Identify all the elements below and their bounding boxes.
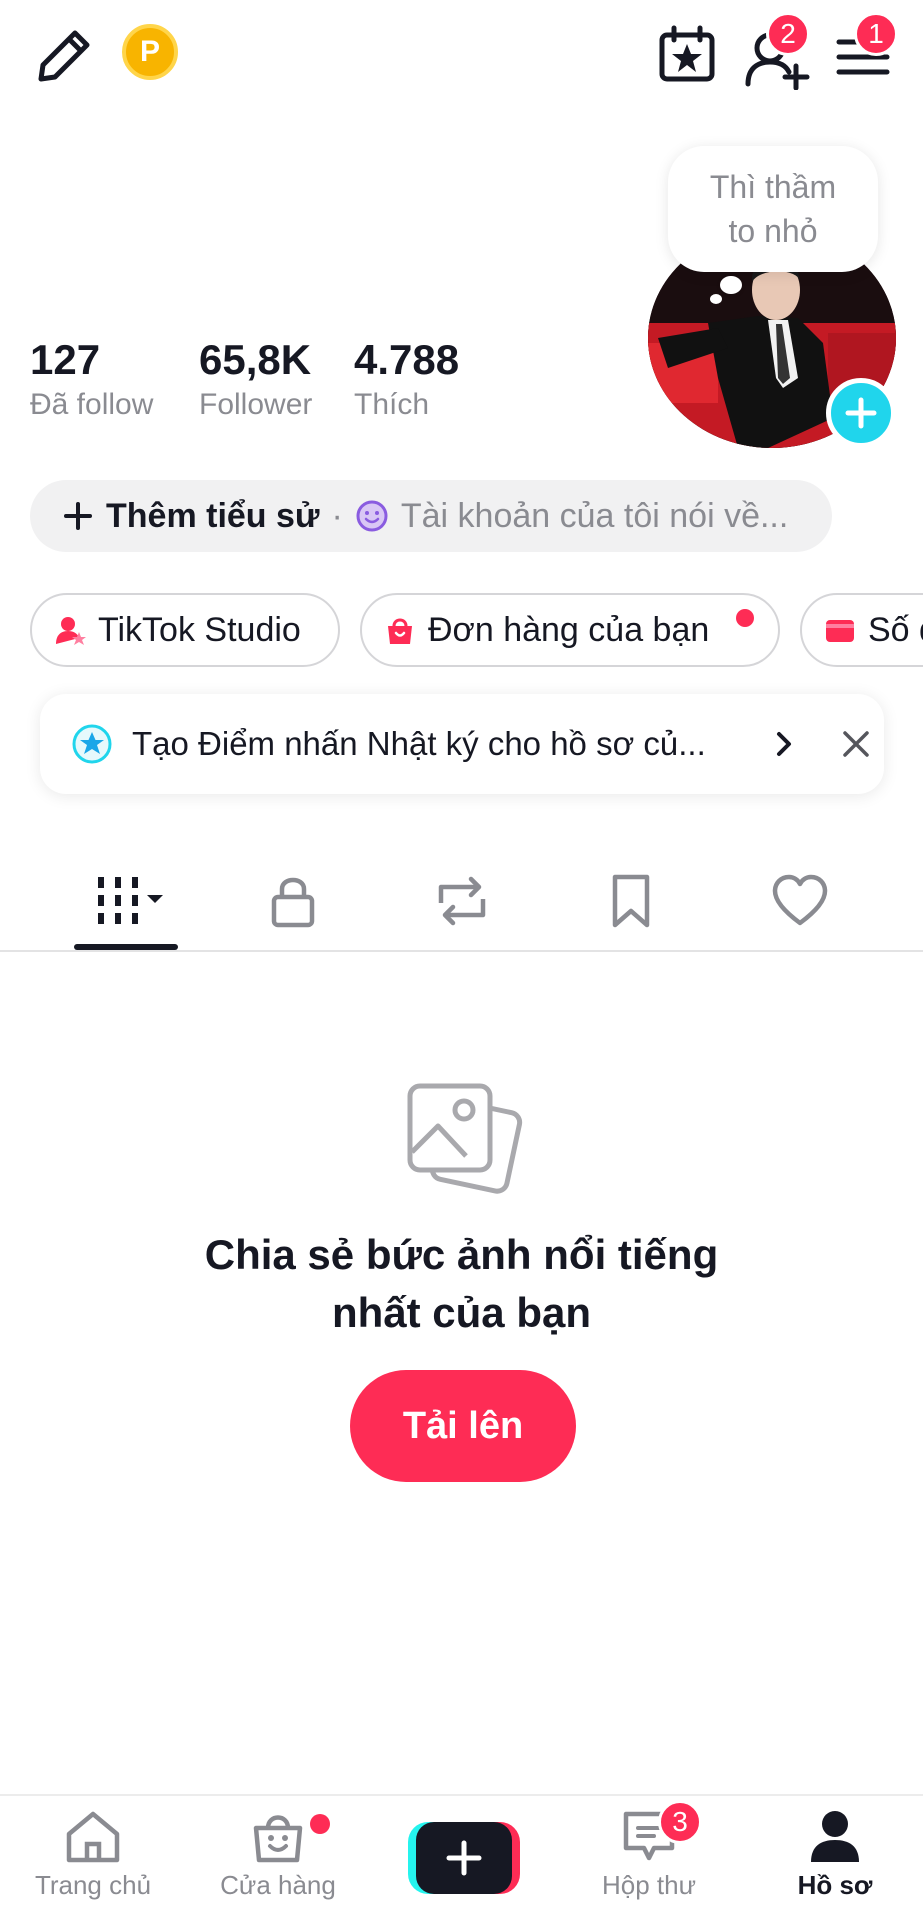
add-bio-label: Thêm tiểu sử xyxy=(106,496,320,535)
studio-icon xyxy=(56,617,86,645)
empty-title-line1: Chia sẻ bức ảnh nổi tiếng xyxy=(204,1231,719,1278)
bubble-tail xyxy=(720,276,742,294)
likes-label: Thích xyxy=(354,388,430,421)
follower-count[interactable]: 65,8K xyxy=(199,336,311,384)
tabs-divider xyxy=(0,950,923,952)
orders-notification-dot xyxy=(736,609,754,627)
repost-icon xyxy=(438,876,486,926)
nav-home-label: Trang chủ xyxy=(34,1870,152,1900)
plus-icon xyxy=(64,502,92,530)
nav-shop-label: Cửa hàng xyxy=(220,1870,336,1900)
heart-icon xyxy=(772,874,828,926)
orders-chip[interactable]: Đơn hàng của bạn xyxy=(360,593,780,667)
nav-inbox-label: Hộp thư xyxy=(601,1870,696,1900)
menu-badge: 1 xyxy=(854,12,898,56)
nav-profile[interactable]: Hồ sơ xyxy=(750,1808,920,1918)
create-button-core xyxy=(416,1822,512,1894)
home-icon xyxy=(66,1811,120,1863)
tab-liked[interactable] xyxy=(745,868,855,934)
grid-icon xyxy=(98,877,163,924)
likes-count[interactable]: 4.788 xyxy=(354,336,459,384)
bubble-tail-small xyxy=(710,294,722,304)
shop-notification-dot xyxy=(310,1814,330,1834)
shopping-bag-icon xyxy=(388,618,412,644)
bottom-navigation: Trang chủ Cửa hàng Hộp thư 3 Hồ sơ xyxy=(0,1794,923,1922)
nav-home[interactable]: Trang chủ xyxy=(8,1808,178,1918)
tab-saved[interactable] xyxy=(576,868,686,934)
profile-person-icon xyxy=(811,1811,859,1862)
add-story-button[interactable] xyxy=(826,378,896,448)
inbox-badge: 3 xyxy=(658,1800,702,1844)
bookmark-icon xyxy=(612,874,650,928)
nav-inbox[interactable]: Hộp thư xyxy=(564,1808,734,1918)
plus-icon xyxy=(845,397,877,429)
close-icon[interactable] xyxy=(840,728,872,760)
bio-placeholder: Tài khoản của tôi nói về... xyxy=(400,496,789,535)
coin-icon[interactable]: P xyxy=(122,24,178,80)
following-label: Đã follow xyxy=(30,388,154,421)
pencil-icon xyxy=(38,30,90,82)
nav-profile-label: Hồ sơ xyxy=(797,1870,873,1900)
nav-shop[interactable]: Cửa hàng xyxy=(193,1808,363,1918)
notice-text: Tạo Điểm nhấn Nhật ký cho hồ sơ củ... xyxy=(132,725,706,762)
bio-separator: · xyxy=(331,496,343,535)
empty-title-line2: nhất của bạn xyxy=(331,1289,592,1336)
empty-state-title: Chia sẻ bức ảnh nổi tiếng nhất của bạn xyxy=(0,1226,923,1342)
tiktok-studio-label: TikTok Studio xyxy=(98,610,301,649)
highlight-notice[interactable]: Tạo Điểm nhấn Nhật ký cho hồ sơ củ... xyxy=(40,694,884,794)
follower-label: Follower xyxy=(199,388,313,421)
shop-bag-icon xyxy=(253,1815,303,1863)
photos-icon xyxy=(407,1083,523,1194)
balance-chip[interactable]: Số d xyxy=(800,593,923,667)
plus-icon xyxy=(446,1840,482,1876)
smiley-icon xyxy=(356,500,388,532)
note-bubble-line1: Thì thầm xyxy=(709,169,837,205)
tab-videos[interactable] xyxy=(72,868,182,934)
add-bio-pill[interactable]: Thêm tiểu sử · Tài khoản của tôi nói về.… xyxy=(30,480,832,552)
balance-label: Số d xyxy=(868,610,923,649)
tiktok-studio-chip[interactable]: TikTok Studio xyxy=(30,593,340,667)
tab-private[interactable] xyxy=(238,868,348,934)
orders-label: Đơn hàng của bạn xyxy=(428,610,710,649)
add-friend-badge: 2 xyxy=(766,12,810,56)
tab-reposts[interactable] xyxy=(407,868,517,934)
note-bubble-line2: to nhỏ xyxy=(728,213,818,249)
upload-button[interactable]: Tải lên xyxy=(350,1370,576,1482)
edit-button[interactable] xyxy=(30,20,100,90)
wallet-icon xyxy=(826,620,854,642)
lock-icon xyxy=(271,877,315,928)
calendar-star-icon xyxy=(659,25,715,82)
create-button[interactable] xyxy=(408,1822,520,1894)
following-count[interactable]: 127 xyxy=(30,336,100,384)
calendar-button[interactable] xyxy=(652,20,722,90)
chevron-right-icon xyxy=(777,732,791,756)
highlight-star-icon xyxy=(72,724,112,764)
note-bubble[interactable]: Thì thầm to nhỏ xyxy=(668,146,878,272)
